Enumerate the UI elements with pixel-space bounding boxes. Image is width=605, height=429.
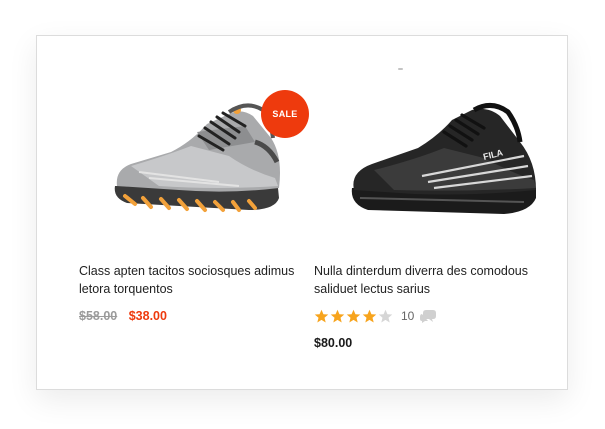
star-filled-icon [330,309,345,322]
old-price: $58.00 [79,309,118,323]
rating-row: 10 [314,308,437,324]
star-filled-icon [362,309,377,322]
product-card[interactable]: SALE Class apten tacitos sociosques adim… [79,36,319,389]
star-filled-icon [346,309,361,322]
product-carousel: SALE Class apten tacitos sociosques adim… [36,35,568,390]
product-title[interactable]: Nulla dinterdum diverra des comodous sal… [314,262,554,298]
product-price: $80.00 [314,336,353,350]
running-shoe-black-icon: FILA [351,103,536,214]
price-row: $58.00 $38.00 [79,309,167,323]
star-empty-icon [378,309,393,322]
comment-icon[interactable] [420,309,437,324]
review-count[interactable]: 10 [401,309,414,323]
sale-price: $38.00 [128,309,167,323]
product-image[interactable]: FILA [314,86,554,226]
star-filled-icon [314,309,329,322]
star-rating [314,309,393,324]
sale-badge: SALE [261,90,309,138]
product-card[interactable]: FILA Nulla dinterdum diverra des comodou… [314,36,554,389]
product-title[interactable]: Class apten tacitos sociosques adimus le… [79,262,319,298]
